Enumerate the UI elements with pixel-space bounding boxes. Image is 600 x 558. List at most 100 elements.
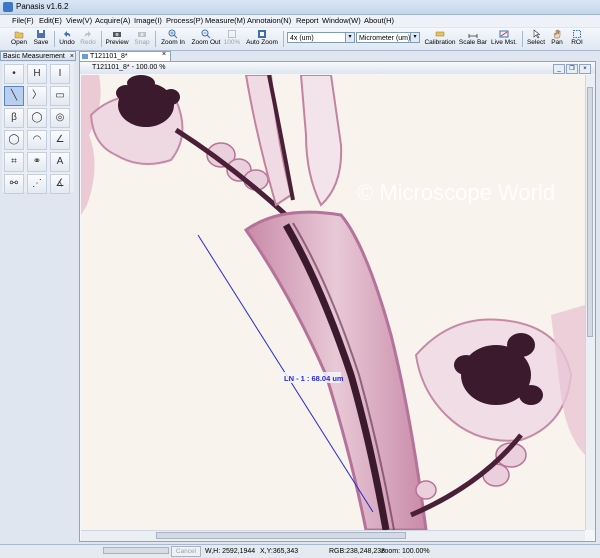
open-button[interactable]: Open <box>8 28 30 50</box>
rectangle-tool-icon[interactable]: ▭ <box>50 86 70 106</box>
toolbar-divider <box>101 31 102 47</box>
micrograph-image: © Microscope World LN - 1 : 68.04 um <box>81 75 585 530</box>
cancel-button[interactable]: Cancel <box>171 546 201 557</box>
toolbar-divider <box>155 31 156 47</box>
zoom-100-label: 100% <box>223 39 241 46</box>
unit-select[interactable]: Micrometer (um) ▾ <box>356 32 420 43</box>
minimize-icon[interactable]: _ <box>553 64 565 74</box>
polyline-tool-icon[interactable]: 〉 <box>27 86 47 106</box>
scale-bar-icon <box>468 34 478 38</box>
watermark-text: © Microscope World <box>357 180 555 205</box>
zoom-in-icon <box>168 29 178 39</box>
menu-view[interactable]: View(V) <box>66 16 92 25</box>
scale-bar-button[interactable]: Scale Bar <box>458 28 488 50</box>
image-canvas[interactable]: © Microscope World LN - 1 : 68.04 um <box>81 75 585 530</box>
point-tool-icon[interactable]: • <box>4 64 24 84</box>
status-rgb: RGB:238,248,238 <box>329 548 386 555</box>
menu-file[interactable]: File(F) <box>12 16 34 25</box>
calibration-button[interactable]: Calibration <box>423 28 457 50</box>
select-label: Select <box>526 39 546 46</box>
measurement-label: LN - 1 : 68.04 um <box>284 374 344 383</box>
select-tool-button[interactable]: Select <box>525 28 547 50</box>
app-icon <box>3 2 13 12</box>
menu-measure[interactable]: Measure(M) <box>205 16 245 25</box>
chevron-down-icon: ▾ <box>410 33 419 42</box>
actual-size-icon <box>228 30 236 38</box>
zoom-out-icon <box>201 29 211 39</box>
objective-select[interactable]: 4x (um) ▾ <box>287 32 355 43</box>
objective-value: 4x (um) <box>290 35 314 42</box>
basic-measurement-tools: • H I ╲ 〉 ▭ β ◯ ◎ ◯ ◠ ∠ ⌗ ⚭ A ⚯ ⋰ ∡ <box>2 62 74 194</box>
text-annotation-tool-icon[interactable]: A <box>50 152 70 172</box>
horizontal-scrollbar[interactable] <box>81 530 585 541</box>
close-icon[interactable]: × <box>162 51 166 58</box>
menu-report[interactable]: Report <box>296 16 319 25</box>
curve-tool-icon[interactable]: β <box>4 108 24 128</box>
ellipse-tool-icon[interactable]: ◯ <box>4 130 24 150</box>
save-label: Save <box>33 39 49 46</box>
line-tool-icon[interactable]: ╲ <box>4 86 24 106</box>
count-tool-icon[interactable]: ⚭ <box>27 152 47 172</box>
zoom-out-button[interactable]: Zoom Out <box>189 28 223 50</box>
roi-tool-button[interactable]: ROI <box>567 28 587 50</box>
main-toolbar: Open Save Undo Redo Preview Snap Zoom In… <box>0 28 600 51</box>
hand-pan-icon <box>553 29 561 39</box>
auto-zoom-button[interactable]: Auto Zoom <box>243 28 281 50</box>
live-measure-button[interactable]: Live Mst. <box>489 28 519 50</box>
redo-label: Redo <box>80 39 96 46</box>
menu-image[interactable]: Image(I) <box>134 16 162 25</box>
vertical-measure-tool-icon[interactable]: I <box>50 64 70 84</box>
scale-bar-label: Scale Bar <box>458 39 488 46</box>
menu-annotation[interactable]: Annotaion(N) <box>247 16 291 25</box>
scroll-thumb[interactable] <box>156 532 406 539</box>
pan-label: Pan <box>551 39 563 46</box>
live-measure-icon <box>499 30 509 38</box>
menu-bar: File(F) Edit(E) View(V) Acquire(A) Image… <box>0 15 600 27</box>
snap-button[interactable]: Snap <box>132 28 152 50</box>
menu-window[interactable]: Window(W) <box>322 16 361 25</box>
circle-tool-icon[interactable]: ◎ <box>50 108 70 128</box>
arc-tool-icon[interactable]: ◠ <box>27 130 47 150</box>
preview-button[interactable]: Preview <box>104 28 130 50</box>
vertical-scrollbar[interactable] <box>585 75 595 530</box>
undo-icon <box>64 31 71 37</box>
close-icon[interactable]: × <box>70 52 74 61</box>
redo-button[interactable]: Redo <box>78 28 98 50</box>
progress-bar <box>103 547 169 554</box>
redo-icon <box>84 31 91 37</box>
zoom-in-button[interactable]: Zoom In <box>158 28 188 50</box>
roi-icon <box>573 30 581 38</box>
horizontal-measure-tool-icon[interactable]: H <box>27 64 47 84</box>
menu-edit[interactable]: Edit(E) <box>39 16 62 25</box>
zoom-in-label: Zoom In <box>161 39 185 46</box>
live-measure-label: Live Mst. <box>490 39 517 46</box>
polygon-tool-icon[interactable]: ◯ <box>27 108 47 128</box>
parallel-tool-icon[interactable]: ⋰ <box>27 174 47 194</box>
document-tab[interactable]: T121101_8* <box>79 51 171 61</box>
zoom-out-label: Zoom Out <box>191 39 221 46</box>
status-dimensions: W,H: 2592,1944 <box>205 548 256 555</box>
undo-label: Undo <box>59 39 75 46</box>
cursor-arrow-icon <box>533 29 541 39</box>
two-circle-tool-icon[interactable]: ⚯ <box>4 174 24 194</box>
pan-tool-button[interactable]: Pan <box>548 28 566 50</box>
grid-tool-icon[interactable]: ⌗ <box>4 152 24 172</box>
preview-label: Preview <box>105 39 129 46</box>
zoom-100-button[interactable]: 100% <box>223 28 241 50</box>
undo-button[interactable]: Undo <box>57 28 77 50</box>
ruler-icon <box>435 31 445 37</box>
floppy-disk-icon <box>37 30 45 38</box>
close-icon[interactable]: × <box>579 64 591 74</box>
window-controls: _ ❐ × <box>552 63 591 75</box>
auto-zoom-label: Auto Zoom <box>246 39 278 46</box>
angle-tool-icon[interactable]: ∠ <box>50 130 70 150</box>
menu-about[interactable]: About(H) <box>364 16 394 25</box>
angle-line-tool-icon[interactable]: ∡ <box>50 174 70 194</box>
restore-icon[interactable]: ❐ <box>566 64 578 74</box>
chevron-down-icon: ▾ <box>345 33 354 42</box>
document-tab-label: T121101_8* <box>90 53 128 60</box>
save-button[interactable]: Save <box>30 28 52 50</box>
scroll-thumb[interactable] <box>587 87 593 337</box>
menu-process[interactable]: Process(P) <box>166 16 203 25</box>
menu-acquire[interactable]: Acquire(A) <box>95 16 130 25</box>
